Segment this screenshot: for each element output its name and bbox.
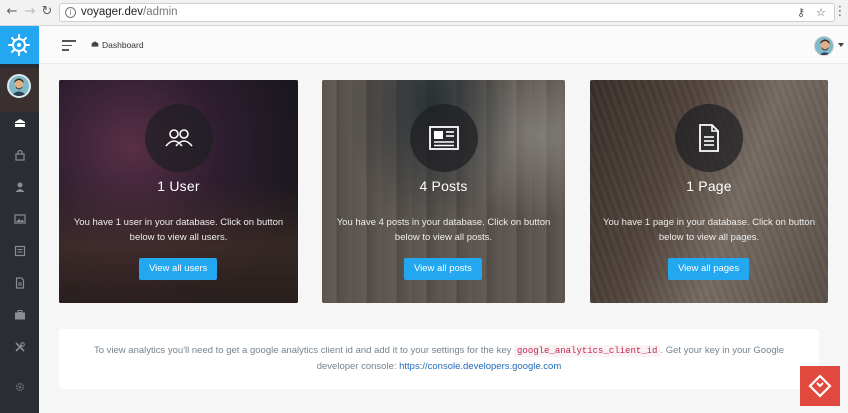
sidebar-item-categories[interactable] bbox=[0, 306, 39, 328]
sidebar-item-posts[interactable] bbox=[0, 242, 39, 264]
view-all-users-button[interactable]: View all users bbox=[139, 258, 218, 280]
dashboard-icon bbox=[14, 119, 25, 127]
pages-icon-circle bbox=[675, 104, 743, 172]
sidebar-user[interactable] bbox=[0, 68, 39, 112]
analytics-key: google_analytics_client_id bbox=[514, 345, 661, 357]
url-host: voyager.dev bbox=[81, 6, 144, 18]
view-all-posts-button[interactable]: View all posts bbox=[404, 258, 482, 280]
users-icon bbox=[165, 129, 193, 147]
url-text: voyager.dev/admin bbox=[81, 6, 178, 18]
browser-chrome: ← → ↻ i voyager.dev/admin ⚷ ☆ ⋮ bbox=[0, 0, 848, 26]
info-icon[interactable]: i bbox=[65, 7, 76, 18]
sidebar-item-settings[interactable] bbox=[0, 378, 39, 400]
google-console-link[interactable]: https://console.developers.google.com bbox=[399, 361, 561, 372]
posts-icon bbox=[14, 245, 25, 257]
image-icon bbox=[13, 214, 26, 224]
page-icon bbox=[15, 277, 24, 289]
forward-icon[interactable]: → bbox=[22, 4, 38, 20]
briefcase-icon bbox=[14, 310, 25, 320]
users-card-description: You have 1 user in your database. Click … bbox=[73, 217, 284, 243]
browser-menu-icon[interactable]: ⋮ bbox=[832, 4, 848, 20]
pages-card-title: 1 Page bbox=[686, 178, 732, 194]
avatar bbox=[7, 74, 31, 98]
sidebar-item-pages[interactable] bbox=[0, 274, 39, 296]
sidebar-item-media[interactable] bbox=[0, 210, 39, 232]
gear-icon bbox=[15, 382, 24, 392]
posts-card-description: You have 4 posts in your database. Click… bbox=[336, 217, 551, 243]
helm-logo-icon bbox=[8, 34, 30, 56]
breadcrumb-dashboard[interactable]: Dashboard bbox=[102, 40, 144, 50]
dashboard-icon bbox=[91, 41, 99, 47]
url-path: /admin bbox=[143, 6, 178, 18]
document-icon bbox=[699, 124, 719, 152]
hamburger-menu-icon[interactable] bbox=[62, 40, 76, 54]
bookmark-star-icon[interactable]: ☆ bbox=[816, 6, 826, 19]
sidebar-item-tools[interactable] bbox=[0, 338, 39, 360]
posts-card-title: 4 Posts bbox=[419, 178, 468, 194]
user-icon bbox=[15, 182, 24, 192]
posts-card: 4 Posts You have 4 posts in your databas… bbox=[322, 80, 565, 303]
diamond-logo-icon bbox=[808, 374, 832, 398]
tools-icon bbox=[14, 342, 25, 352]
address-bar[interactable]: i voyager.dev/admin ⚷ ☆ bbox=[59, 3, 835, 22]
users-card: 1 User You have 1 user in your database.… bbox=[59, 80, 298, 303]
users-card-title: 1 User bbox=[157, 178, 200, 194]
analytics-notice: To view analytics you'll need to get a g… bbox=[59, 329, 819, 389]
app-logo[interactable] bbox=[0, 26, 39, 64]
reload-icon[interactable]: ↻ bbox=[39, 4, 55, 20]
users-icon-circle bbox=[145, 104, 213, 172]
analytics-text-before: To view analytics you'll need to get a g… bbox=[93, 345, 512, 356]
pages-card: 1 Page You have 1 page in your database.… bbox=[590, 80, 828, 303]
user-avatar[interactable] bbox=[814, 36, 834, 56]
newspaper-icon bbox=[429, 126, 459, 150]
sidebar-item-roles[interactable] bbox=[0, 146, 39, 168]
breadcrumb[interactable]: Dashboard bbox=[91, 37, 144, 53]
chevron-down-icon[interactable] bbox=[838, 43, 844, 47]
corner-logo-badge bbox=[800, 366, 840, 406]
sidebar-item-users[interactable] bbox=[0, 178, 39, 200]
view-all-pages-button[interactable]: View all pages bbox=[668, 258, 750, 280]
key-icon[interactable]: ⚷ bbox=[797, 6, 805, 19]
top-navbar: Dashboard bbox=[39, 26, 848, 64]
back-icon[interactable]: ← bbox=[4, 4, 20, 20]
lock-icon bbox=[14, 149, 25, 161]
sidebar-item-dashboard[interactable] bbox=[0, 114, 39, 136]
posts-icon-circle bbox=[410, 104, 478, 172]
sidebar bbox=[0, 26, 39, 413]
pages-card-description: You have 1 page in your database. Click … bbox=[603, 217, 815, 243]
